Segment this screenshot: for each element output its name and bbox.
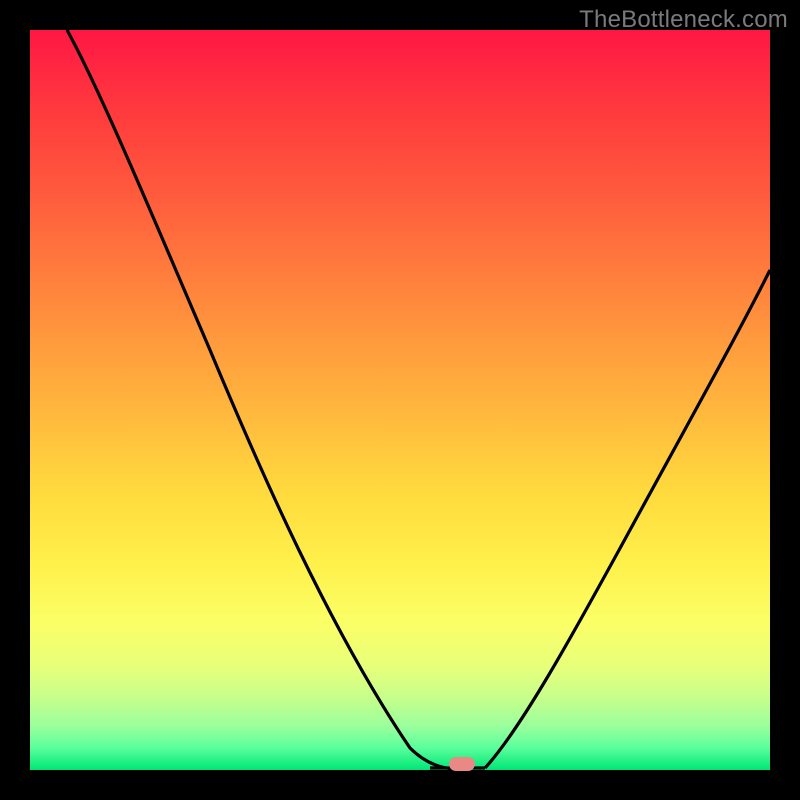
plot-area [30, 30, 770, 770]
optimal-marker [449, 757, 475, 771]
bottleneck-curve [30, 30, 770, 770]
chart-stage: TheBottleneck.com [0, 0, 800, 800]
